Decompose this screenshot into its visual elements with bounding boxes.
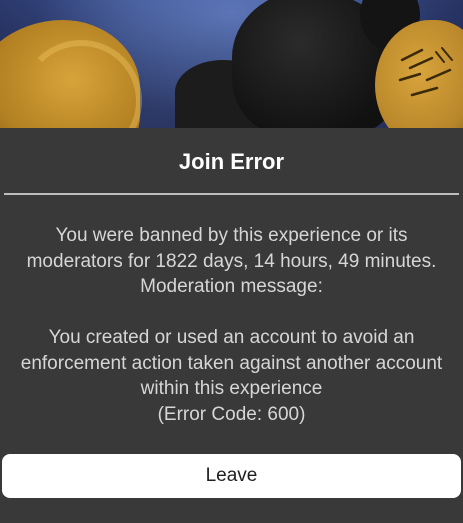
game-background-scene [0,0,463,140]
join-error-dialog: Join Error You were banned by this exper… [0,128,463,523]
message-line: You created or used an account to avoid … [48,327,415,348]
message-line: moderators for 1822 days, 14 hours, 49 m… [26,250,437,272]
title-divider [4,193,459,195]
dialog-title: Join Error [178,149,285,174]
message-line: within this experience [140,378,323,399]
message-line: enforcement action taken against another… [20,352,443,374]
ban-message: You were banned by this experience or it… [0,223,463,427]
leave-button[interactable]: Leave [2,454,461,498]
screen: Join Error You were banned by this exper… [0,0,463,523]
message-line: You were banned by this experience or it… [55,225,408,246]
error-code: (Error Code: 600) [157,403,306,425]
avatar-face-scribbles [398,47,453,97]
message-line: Moderation message: [140,276,323,297]
message-gap [0,300,463,326]
